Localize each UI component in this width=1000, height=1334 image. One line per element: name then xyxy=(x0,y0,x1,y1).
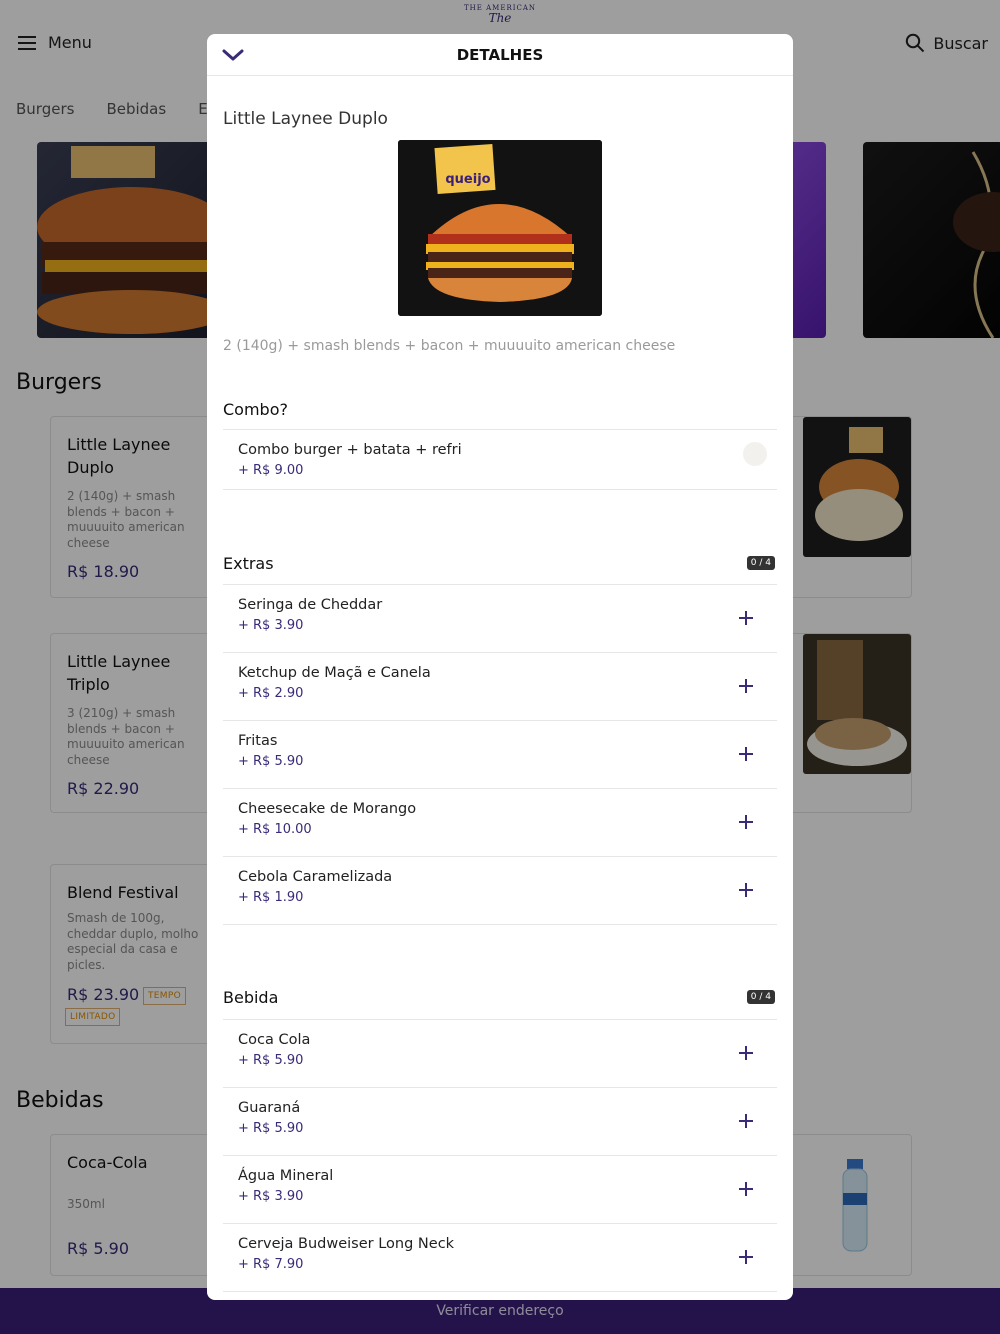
option-price: + R$ 5.90 xyxy=(238,1121,304,1136)
option-price: + R$ 10.00 xyxy=(238,822,312,837)
option-price: + R$ 3.90 xyxy=(238,1189,304,1204)
plus-icon[interactable] xyxy=(737,609,755,627)
modal-title: DETALHES xyxy=(456,46,544,64)
plus-icon[interactable] xyxy=(737,745,755,763)
plus-icon[interactable] xyxy=(737,1248,755,1266)
option-name: Cebola Caramelizada xyxy=(238,869,393,885)
extra-option[interactable]: Ketchup de Maçã e Canela + R$ 2.90 xyxy=(223,653,777,721)
option-name: Água Mineral xyxy=(238,1168,334,1184)
plus-icon[interactable] xyxy=(737,813,755,831)
extra-option[interactable]: Cebola Caramelizada + R$ 1.90 xyxy=(223,857,777,925)
option-name: Fritas xyxy=(238,733,278,749)
group-title: Combo? xyxy=(223,400,288,419)
option-price: + R$ 2.90 xyxy=(238,686,304,701)
option-price: + R$ 1.90 xyxy=(238,890,304,905)
combo-option[interactable]: Combo burger + batata + refri + R$ 9.00 xyxy=(223,430,777,490)
option-price: + R$ 9.00 xyxy=(238,463,304,478)
option-name: Guaraná xyxy=(238,1100,301,1116)
option-name: Combo burger + batata + refri xyxy=(238,442,462,458)
option-name: Ketchup de Maçã e Canela xyxy=(238,665,431,681)
product-image: queijo xyxy=(398,140,602,316)
option-name: Cheesecake de Morango xyxy=(238,801,417,817)
cheese-tag-text: queijo xyxy=(445,172,490,187)
option-price: + R$ 7.90 xyxy=(238,1257,304,1272)
option-price: + R$ 3.90 xyxy=(238,618,304,633)
bebida-group-header: Bebida 0 / 4 xyxy=(223,988,777,1012)
extra-option[interactable]: Fritas + R$ 5.90 xyxy=(223,721,777,789)
plus-icon[interactable] xyxy=(737,677,755,695)
plus-icon[interactable] xyxy=(737,881,755,899)
option-name: Seringa de Cheddar xyxy=(238,597,383,613)
combo-group-header: Combo? xyxy=(223,400,777,424)
product-details-modal: DETALHES Little Laynee Duplo queijo 2 (1… xyxy=(207,34,793,1300)
bebida-option[interactable]: Cerveja Budweiser Long Neck + R$ 7.90 xyxy=(223,1224,777,1292)
extra-option[interactable]: Cheesecake de Morango + R$ 10.00 xyxy=(223,789,777,857)
plus-icon[interactable] xyxy=(737,1112,755,1130)
plus-icon[interactable] xyxy=(737,1044,755,1062)
selection-count-badge: 0 / 4 xyxy=(746,556,775,570)
option-price: + R$ 5.90 xyxy=(238,1053,304,1068)
product-title: Little Laynee Duplo xyxy=(223,109,388,129)
bebida-option[interactable]: Guaraná + R$ 5.90 xyxy=(223,1088,777,1156)
option-name: Coca Cola xyxy=(238,1032,311,1048)
selection-count-badge: 0 / 4 xyxy=(746,990,775,1004)
group-title: Bebida xyxy=(223,988,279,1007)
extra-option[interactable]: Seringa de Cheddar + R$ 3.90 xyxy=(223,585,777,653)
bebida-option[interactable]: Coca Cola + R$ 5.90 xyxy=(223,1020,777,1088)
extras-group-header: Extras 0 / 4 xyxy=(223,554,777,578)
modal-header: DETALHES xyxy=(207,34,793,76)
group-title: Extras xyxy=(223,554,274,573)
option-price: + R$ 5.90 xyxy=(238,754,304,769)
bebida-option[interactable]: Água Mineral + R$ 3.90 xyxy=(223,1156,777,1224)
plus-icon[interactable] xyxy=(737,1180,755,1198)
option-name: Cerveja Budweiser Long Neck xyxy=(238,1236,455,1252)
combo-radio[interactable] xyxy=(743,442,767,466)
product-description: 2 (140g) + smash blends + bacon + muuuui… xyxy=(223,338,676,354)
